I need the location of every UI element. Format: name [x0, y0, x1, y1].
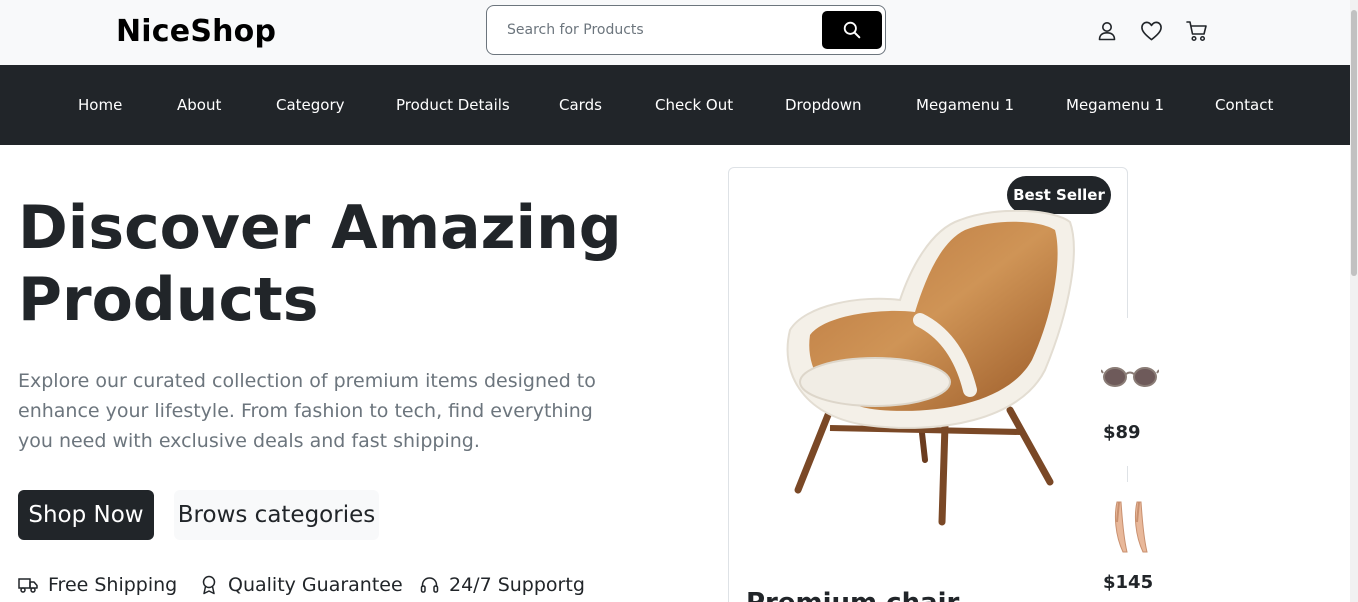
sunglasses-image	[1101, 367, 1159, 387]
nav-item-checkout[interactable]: Check Out	[655, 96, 733, 114]
feature-free-shipping: Free Shipping	[18, 574, 177, 596]
browse-categories-button[interactable]: Brows categories	[174, 490, 379, 540]
product-title: Premium chair	[746, 588, 959, 602]
mini-product-card[interactable]: $89	[1099, 318, 1159, 466]
nav-item-megamenu-2[interactable]: Megamenu 1	[1066, 96, 1164, 114]
hero-title-line-1: Discover Amazing	[18, 193, 622, 263]
nav-item-cards[interactable]: Cards	[559, 96, 602, 114]
shop-now-button[interactable]: Shop Now	[18, 490, 154, 540]
site-logo[interactable]: NiceShop	[116, 14, 276, 49]
heels-image	[1114, 501, 1148, 553]
search-icon	[843, 21, 861, 39]
nav-item-about[interactable]: About	[177, 96, 221, 114]
nav-item-megamenu-1[interactable]: Megamenu 1	[916, 96, 1014, 114]
armchair-image	[786, 210, 1075, 526]
scrollbar-thumb[interactable]	[1351, 10, 1357, 276]
truck-icon	[18, 578, 38, 593]
feature-support: 24/7 Supportg	[420, 574, 585, 596]
feature-quality-guarantee: Quality Guarantee	[200, 574, 403, 596]
search-input[interactable]	[497, 14, 817, 46]
search-button[interactable]	[822, 11, 882, 49]
hero-description: Explore our curated collection of premiu…	[18, 370, 596, 452]
nav-item-category[interactable]: Category	[276, 96, 345, 114]
hero-title: Discover Amazing Products	[18, 192, 638, 336]
page-scrollbar[interactable]	[1350, 0, 1358, 602]
mini-product-price: $89	[1103, 422, 1141, 443]
feature-label: Free Shipping	[48, 574, 178, 596]
mini-product-card[interactable]: $145	[1099, 482, 1159, 602]
heart-icon[interactable]	[1140, 20, 1163, 46]
feature-label: Quality Guarantee	[228, 574, 403, 596]
feature-label: 24/7 Supportg	[449, 574, 585, 596]
user-icon[interactable]	[1097, 20, 1117, 46]
nav-item-home[interactable]: Home	[78, 96, 122, 114]
nav-item-dropdown[interactable]: Dropdown	[785, 96, 862, 114]
best-seller-badge: Best Seller	[1007, 176, 1111, 214]
nav-item-contact[interactable]: Contact	[1215, 96, 1273, 114]
main-nav: Home About Category Product Details Card…	[0, 65, 1350, 145]
search-bar	[486, 5, 886, 55]
award-icon	[202, 575, 216, 595]
top-bar: NiceShop	[0, 0, 1350, 65]
nav-item-product-details[interactable]: Product Details	[396, 96, 510, 114]
cart-icon[interactable]	[1186, 20, 1208, 46]
headset-icon	[420, 576, 439, 593]
hero-title-line-2: Products	[18, 265, 319, 335]
mini-product-price: $145	[1103, 572, 1154, 593]
